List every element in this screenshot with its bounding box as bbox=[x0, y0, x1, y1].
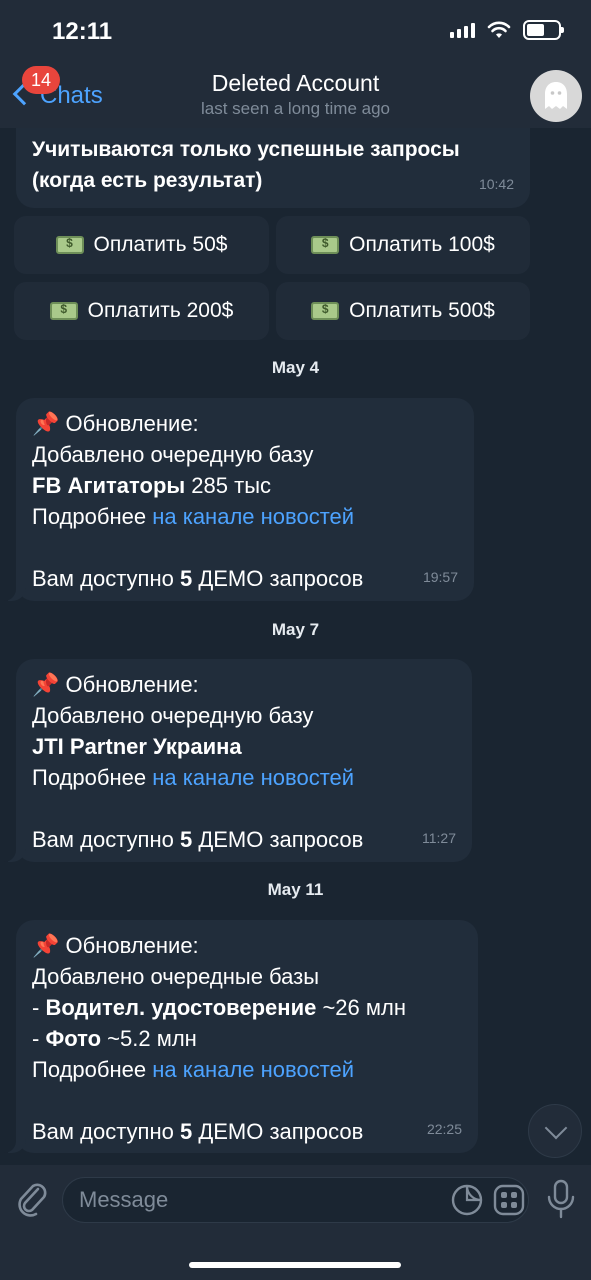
money-icon bbox=[311, 236, 340, 254]
bot-keyboard-icon[interactable] bbox=[492, 1183, 526, 1217]
message-time: 10:42 bbox=[478, 176, 514, 192]
message-line: Подробнее на канале новостей bbox=[32, 1057, 355, 1082]
bubble-tail bbox=[0, 844, 26, 862]
microphone-icon[interactable] bbox=[546, 1179, 576, 1219]
status-bar: 12:11 bbox=[0, 0, 591, 62]
message-time: 11:27 bbox=[422, 830, 456, 846]
message-line: - Водител. удостоверение ~26 млн bbox=[32, 995, 406, 1020]
pay-100-button[interactable]: Оплатить 100$ bbox=[276, 216, 530, 274]
message-header: 📌 Обновление: bbox=[32, 411, 199, 436]
message-line: Подробнее на канале новостей bbox=[32, 504, 355, 529]
pay-button-label: Оплатить 100$ bbox=[349, 233, 495, 256]
news-channel-link[interactable]: на канале новостей bbox=[152, 765, 354, 790]
money-icon bbox=[311, 302, 340, 320]
chat-area[interactable]: Учитываются только успешные запросы (ког… bbox=[0, 128, 591, 1165]
home-indicator bbox=[189, 1262, 401, 1268]
pay-button-label: Оплатить 200$ bbox=[87, 299, 234, 322]
bubble-tail bbox=[0, 1135, 26, 1153]
message-line: Добавлено очередные базы bbox=[32, 964, 320, 989]
chat-header: Chats 14 Deleted Account last seen a lon… bbox=[0, 62, 591, 128]
bubble-tail bbox=[0, 583, 26, 601]
sticker-icon[interactable] bbox=[450, 1183, 484, 1217]
pay-button-label: Оплатить 500$ bbox=[349, 299, 495, 322]
message-bubble: 📌 Обновление: Добавлено очередную базу J… bbox=[0, 659, 472, 862]
ghost-icon bbox=[545, 82, 567, 109]
status-icons bbox=[450, 20, 564, 40]
avatar[interactable] bbox=[530, 70, 582, 122]
message-header: 📌 Обновление: bbox=[32, 933, 199, 958]
message-line: Вам доступно 5 ДЕМО запросов bbox=[32, 827, 364, 852]
message-line: Вам доступно 5 ДЕМО запросов bbox=[32, 1119, 364, 1144]
paperclip-icon[interactable] bbox=[14, 1179, 50, 1219]
message-bubble: 📌 Обновление: Добавлено очередную базу F… bbox=[0, 398, 474, 601]
money-icon bbox=[55, 236, 84, 254]
pay-200-button[interactable]: Оплатить 200$ bbox=[14, 282, 269, 340]
message-line: FB Агитаторы 285 тыс bbox=[32, 473, 272, 498]
date-separator: May 11 bbox=[267, 880, 324, 899]
money-icon bbox=[49, 302, 78, 320]
message-line: Учитываются только успешные запросы bbox=[32, 138, 460, 161]
signal-icon bbox=[450, 22, 475, 38]
pin-icon: 📌 bbox=[32, 672, 60, 697]
message-line: Добавлено очередную базу bbox=[32, 442, 314, 467]
chat-title[interactable]: Deleted Account bbox=[0, 70, 591, 97]
pin-icon: 📌 bbox=[32, 411, 60, 436]
pay-button-label: Оплатить 50$ bbox=[93, 233, 228, 256]
message-time: 19:57 bbox=[422, 569, 458, 585]
message-time: 22:25 bbox=[426, 1121, 462, 1137]
battery-icon bbox=[523, 20, 564, 40]
scroll-down-button[interactable] bbox=[528, 1104, 582, 1158]
message-bubble: Учитываются только успешные запросы (ког… bbox=[16, 128, 530, 208]
message-line: Вам доступно 5 ДЕМО запросов bbox=[32, 566, 364, 591]
date-separator: May 7 bbox=[271, 620, 320, 639]
pay-50-button[interactable]: Оплатить 50$ bbox=[14, 216, 269, 274]
status-time: 12:11 bbox=[52, 18, 113, 45]
chat-subtitle: last seen a long time ago bbox=[200, 99, 390, 118]
message-line: - Фото ~5.2 млн bbox=[32, 1026, 197, 1051]
wifi-icon bbox=[487, 21, 511, 38]
news-channel-link[interactable]: на канале новостей bbox=[152, 1057, 354, 1082]
battery-level bbox=[527, 24, 544, 36]
message-line: Добавлено очередную базу bbox=[32, 703, 314, 728]
date-separator: May 4 bbox=[271, 358, 320, 377]
pay-500-button[interactable]: Оплатить 500$ bbox=[276, 282, 530, 340]
news-channel-link[interactable]: на канале новостей bbox=[152, 504, 354, 529]
message-line: (когда есть результат) bbox=[32, 169, 263, 192]
message-line: JTI Partner Украина bbox=[32, 734, 242, 759]
message-line: Подробнее на канале новостей bbox=[32, 765, 355, 790]
message-bubble: 📌 Обновление: Добавлено очередные базы -… bbox=[0, 920, 478, 1153]
pin-icon: 📌 bbox=[32, 933, 60, 958]
message-header: 📌 Обновление: bbox=[32, 672, 199, 697]
